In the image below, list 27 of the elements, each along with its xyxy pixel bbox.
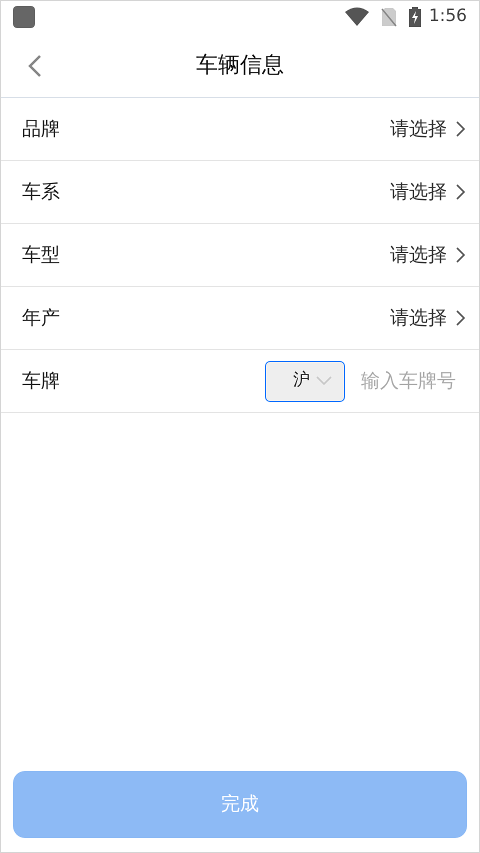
list-row[interactable]: 车系 请选择 bbox=[1, 161, 479, 224]
chevron-right-icon bbox=[455, 247, 465, 263]
region-dropdown[interactable]: 沪 bbox=[265, 360, 345, 402]
chevron-down-icon bbox=[316, 376, 332, 386]
list-row[interactable]: 年产 请选择 bbox=[1, 287, 479, 350]
row-value: 请选择 bbox=[390, 306, 447, 331]
chevron-right-icon bbox=[455, 121, 465, 137]
wifi-icon bbox=[344, 7, 369, 27]
row-value: 请选择 bbox=[390, 180, 447, 205]
no-sim-icon bbox=[380, 7, 397, 27]
row-label: 年产 bbox=[22, 306, 60, 331]
list-row[interactable]: 品牌 请选择 bbox=[1, 98, 479, 161]
page-title: 车辆信息 bbox=[196, 52, 284, 80]
status-time: 1:56 bbox=[428, 5, 467, 28]
row-label: 车牌 bbox=[22, 368, 60, 394]
chevron-right-icon bbox=[455, 310, 465, 326]
list-row[interactable]: 车型 请选择 bbox=[1, 224, 479, 287]
plate-input[interactable]: 输入车牌号 bbox=[361, 366, 465, 396]
row-label: 车型 bbox=[22, 242, 60, 268]
row-value: 请选择 bbox=[390, 116, 447, 142]
battery-icon bbox=[408, 7, 421, 27]
back-icon bbox=[28, 54, 42, 78]
row-value: 请选择 bbox=[390, 242, 447, 268]
row-label: 车系 bbox=[22, 180, 60, 205]
app-icon bbox=[13, 6, 35, 28]
chevron-right-icon bbox=[455, 184, 465, 200]
row-label: 品牌 bbox=[22, 116, 60, 142]
